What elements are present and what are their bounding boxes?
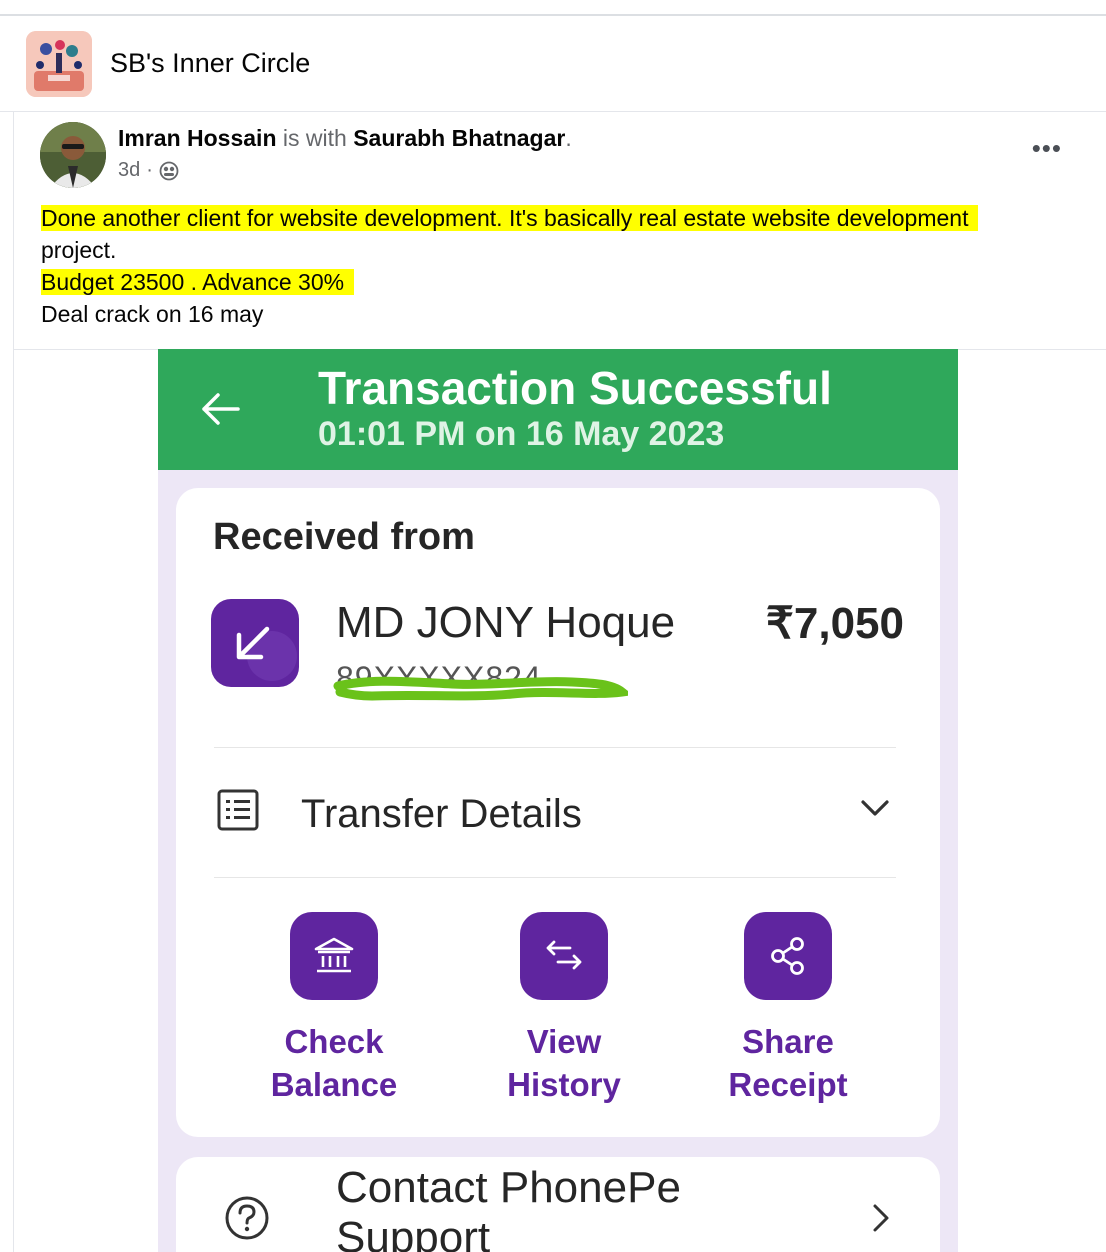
contact-support-label: Contact PhonePe Support xyxy=(336,1163,681,1252)
transaction-datetime: 01:01 PM on 16 May 2023 xyxy=(318,415,725,453)
author-avatar[interactable] xyxy=(40,122,106,188)
post-line-1: Done another client for website developm… xyxy=(41,205,979,231)
post-text: Done another client for website developm… xyxy=(41,202,1081,330)
view-history-line1: View xyxy=(526,1023,602,1060)
transfer-details-row[interactable]: Transfer Details xyxy=(214,748,896,878)
transfer-details-label: Transfer Details xyxy=(301,792,582,836)
check-balance-button[interactable]: Check Balance xyxy=(234,912,434,1106)
globe-icon[interactable] xyxy=(159,161,179,181)
group-avatar[interactable] xyxy=(26,31,92,97)
group-header: SB's Inner Circle xyxy=(0,16,1106,112)
post-image[interactable]: Transaction Successful 01:01 PM on 16 Ma… xyxy=(158,349,958,1252)
chevron-right-icon xyxy=(873,1204,889,1232)
post-meta: 3d · xyxy=(118,159,179,182)
post-time[interactable]: 3d xyxy=(118,159,140,182)
transaction-header: Transaction Successful 01:01 PM on 16 Ma… xyxy=(158,349,958,470)
author-line-period: . xyxy=(565,125,572,151)
share-receipt-line2: Receipt xyxy=(728,1066,848,1103)
view-history-button[interactable]: View History xyxy=(464,912,664,1106)
payer-name: MD JONY Hoque xyxy=(336,598,676,647)
check-balance-line1: Check xyxy=(284,1023,384,1060)
with-text: is with xyxy=(282,125,347,151)
post-line-4: Deal crack on 16 may xyxy=(41,301,264,327)
amount: ₹7,050 xyxy=(765,599,904,648)
post-line-3: Budget 23500 . Advance 30% xyxy=(41,269,355,295)
received-from-label: Received from xyxy=(213,516,475,558)
help-icon xyxy=(225,1196,269,1240)
view-history-line2: History xyxy=(507,1066,621,1103)
transaction-title: Transaction Successful xyxy=(318,362,832,414)
received-arrow-icon xyxy=(211,599,299,687)
check-balance-label: Check Balance xyxy=(234,1020,434,1106)
meta-separator: · xyxy=(146,159,153,181)
author-photo-icon xyxy=(40,122,106,188)
group-name[interactable]: SB's Inner Circle xyxy=(110,48,310,79)
share-receipt-line1: Share xyxy=(742,1023,834,1060)
list-icon xyxy=(217,789,259,831)
more-options-button[interactable]: ••• xyxy=(1032,135,1062,161)
author-name[interactable]: Imran Hossain xyxy=(118,125,277,151)
share-receipt-label: Share Receipt xyxy=(688,1020,888,1106)
swap-arrows-icon xyxy=(520,912,608,1000)
bank-icon xyxy=(290,912,378,1000)
post-line-2: project. xyxy=(41,237,117,263)
author-line: Imran Hossain is with Saurabh Bhatnagar. xyxy=(118,125,572,152)
check-balance-line2: Balance xyxy=(270,1066,398,1103)
back-arrow-icon xyxy=(202,393,240,425)
contact-support-row[interactable]: Contact PhonePe Support xyxy=(176,1157,940,1252)
share-icon xyxy=(744,912,832,1000)
separator xyxy=(214,877,896,878)
group-illustration-icon xyxy=(26,31,92,97)
redaction-scribble xyxy=(333,676,628,701)
tagged-name[interactable]: Saurabh Bhatnagar xyxy=(353,125,565,151)
receipt-card: Received from MD JONY Hoque ₹7,050 89XXX… xyxy=(176,488,940,1137)
share-receipt-button[interactable]: Share Receipt xyxy=(688,912,888,1106)
chevron-down-icon[interactable] xyxy=(860,796,890,820)
view-history-label: View History xyxy=(464,1020,664,1106)
